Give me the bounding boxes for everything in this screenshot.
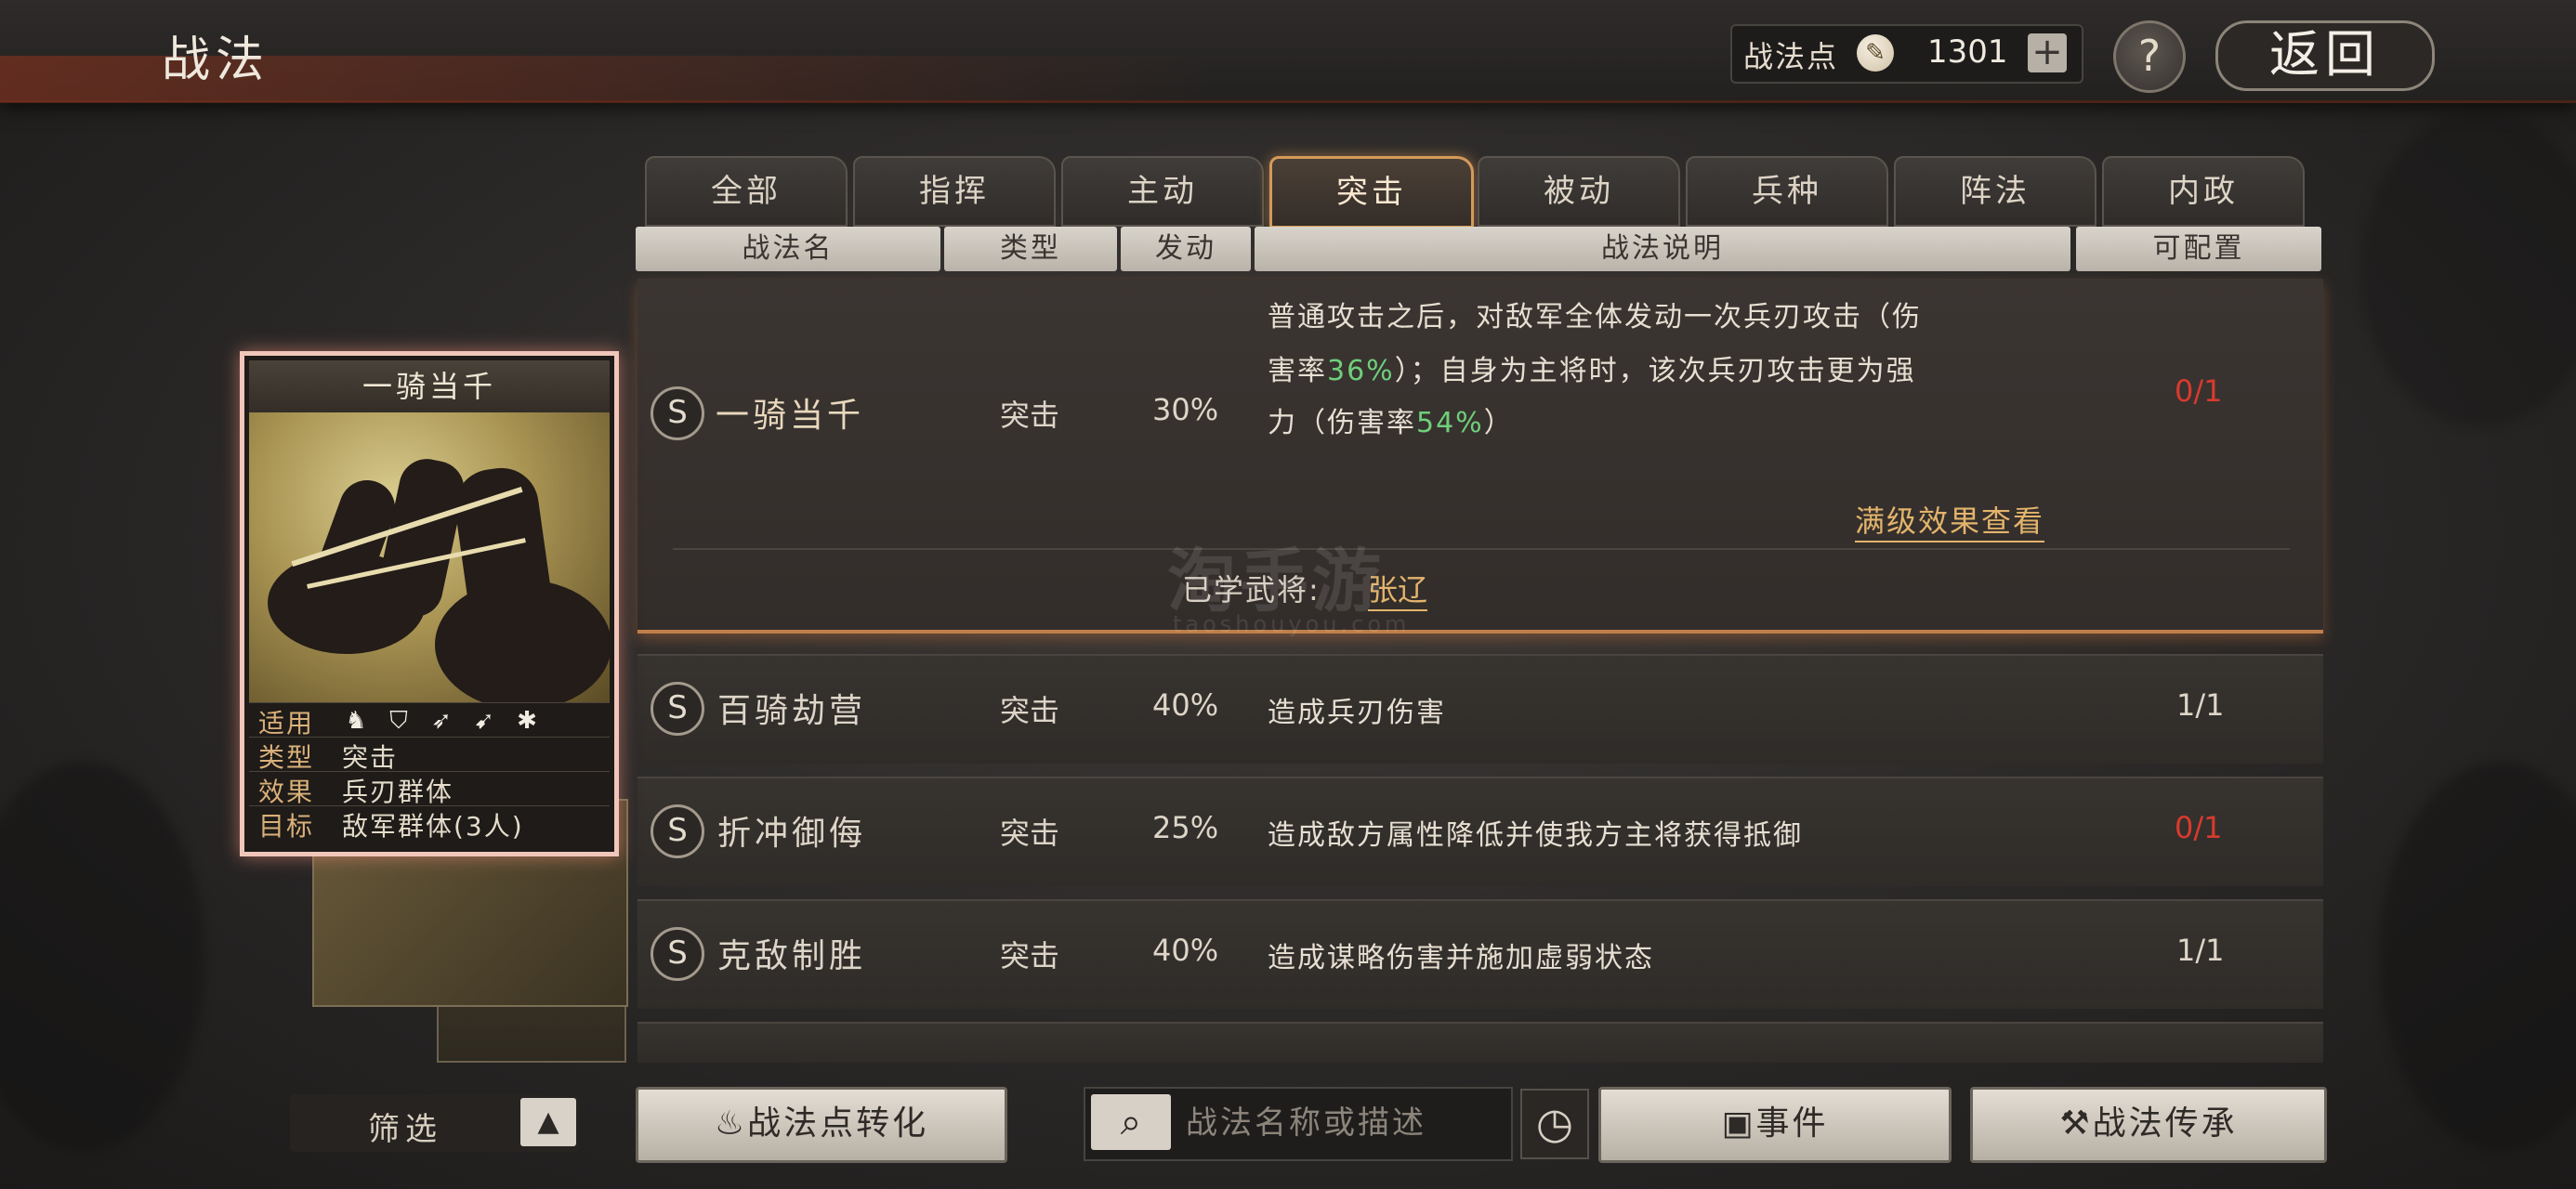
event-book-icon: ▣ — [1721, 1104, 1756, 1143]
tactic-inherit-button[interactable]: ⚒战法传承 — [1970, 1087, 2327, 1163]
column-header-desc: 战法说明 — [1255, 227, 2070, 271]
tab-formation[interactable]: 阵法 — [1894, 156, 2096, 227]
tactic-type: 突击 — [1000, 693, 1060, 728]
tactic-rate: 30% — [1152, 392, 1219, 427]
tab-internal[interactable]: 内政 — [2102, 156, 2305, 227]
column-header-trigger[interactable]: 发动 — [1121, 227, 1251, 271]
add-points-button[interactable]: + — [2028, 33, 2067, 72]
filter-label[interactable]: 筛选 — [368, 1104, 442, 1149]
config-count: 1/1 — [2176, 687, 2225, 723]
damage-rate-value: 36% — [1327, 355, 1395, 387]
card-effect-row: 效果 兵刃群体 — [249, 771, 610, 807]
max-level-effect-link[interactable]: 满级效果查看 — [1855, 498, 2045, 542]
search-icon[interactable]: ⌕ — [1091, 1094, 1171, 1150]
ink-decoration — [0, 762, 204, 1152]
tab-command[interactable]: 指挥 — [853, 156, 1056, 227]
config-count: 0/1 — [2175, 810, 2223, 845]
tactic-rate: 25% — [1152, 810, 1219, 845]
cavalry-icon: ♞ — [345, 707, 367, 735]
card-apply-row: 适用 ♞ ⛉ ➶ ➹ ✱ — [249, 702, 610, 738]
tactic-type: 突击 — [1000, 816, 1060, 851]
spear-icon: ➹ — [474, 707, 494, 735]
grade-badge: S — [651, 682, 704, 736]
quill-icon: ✎ — [1857, 34, 1894, 72]
card-title: 一骑当千 — [249, 360, 610, 412]
help-button[interactable]: ? — [2113, 20, 2186, 93]
tactic-name: 一骑当千 — [716, 397, 865, 435]
hammer-icon: ⚒ — [2059, 1104, 2093, 1143]
tactic-points-label: 战法点 — [1743, 39, 1839, 74]
siege-icon: ✱ — [517, 707, 537, 735]
convert-icon: ♨ — [714, 1104, 748, 1143]
tab-all[interactable]: 全部 — [645, 156, 848, 227]
tactic-rate: 40% — [1152, 933, 1219, 968]
config-count: 1/1 — [2176, 933, 2225, 968]
ink-decoration — [2379, 762, 2576, 1152]
config-count: 0/1 — [2175, 373, 2223, 409]
tab-assault[interactable]: 突击 — [1269, 156, 1474, 229]
watermark: 淘手游 — [1167, 542, 1385, 621]
watermark-url: taoshouyou.com — [1173, 611, 1411, 637]
tactic-type: 突击 — [1000, 398, 1060, 433]
column-header-config[interactable]: 可配置 — [2076, 227, 2321, 271]
ink-decoration — [2360, 111, 2576, 427]
clock-icon[interactable]: ◷ — [1520, 1089, 1589, 1159]
tactic-desc: 造成谋略伤害并施加虚弱状态 — [1268, 942, 1654, 974]
tactic-desc: 造成兵刃伤害 — [1268, 697, 1446, 729]
shield-icon: ⛉ — [389, 707, 408, 735]
tactic-desc-line: 力（伤害率54%） — [1268, 407, 1514, 439]
table-row[interactable] — [637, 1022, 2323, 1063]
table-row[interactable] — [637, 654, 2323, 764]
page-title: 战法 — [162, 33, 270, 88]
tactic-name: 百骑劫营 — [717, 692, 867, 730]
convert-points-button[interactable]: ♨战法点转化 — [636, 1087, 1007, 1163]
back-button[interactable]: 返回 — [2215, 20, 2435, 91]
column-header-type[interactable]: 类型 — [944, 227, 1117, 271]
tactic-name: 克敌制胜 — [717, 937, 867, 975]
events-button[interactable]: ▣事件 — [1598, 1087, 1952, 1163]
card-artwork — [249, 412, 610, 702]
grade-badge: S — [651, 927, 704, 981]
column-header-name[interactable]: 战法名 — [636, 227, 940, 271]
bow-icon: ➶ — [431, 707, 452, 735]
tactic-desc: 造成敌方属性降低并使我方主将获得抵御 — [1268, 819, 1803, 852]
tab-passive[interactable]: 被动 — [1478, 156, 1680, 227]
card-type-row: 类型 突击 — [249, 737, 610, 773]
filter-toggle-button[interactable]: ▲ — [520, 1098, 576, 1146]
tactic-desc-line: 害率36%）；自身为主将时，该次兵刃攻击更为强 — [1268, 355, 1916, 387]
card-target-row: 目标 敌军群体(3人) — [249, 805, 610, 842]
search-input[interactable] — [1184, 1100, 1504, 1146]
grade-badge: S — [651, 804, 704, 858]
tactic-type: 突击 — [1000, 938, 1060, 973]
tactic-desc-line: 普通攻击之后，对敌军全体发动一次兵刃攻击（伤 — [1268, 301, 1922, 333]
tactic-name: 折冲御侮 — [717, 815, 867, 853]
tab-active[interactable]: 主动 — [1061, 156, 1264, 227]
tactic-rate: 40% — [1152, 687, 1219, 723]
damage-rate-value: 54% — [1416, 407, 1484, 439]
tactic-points-value: 1301 — [1927, 33, 2008, 71]
tab-troop[interactable]: 兵种 — [1686, 156, 1888, 227]
grade-badge: S — [651, 386, 704, 440]
card-apply-label: 适用 — [258, 708, 315, 738]
row-divider — [673, 548, 2290, 550]
